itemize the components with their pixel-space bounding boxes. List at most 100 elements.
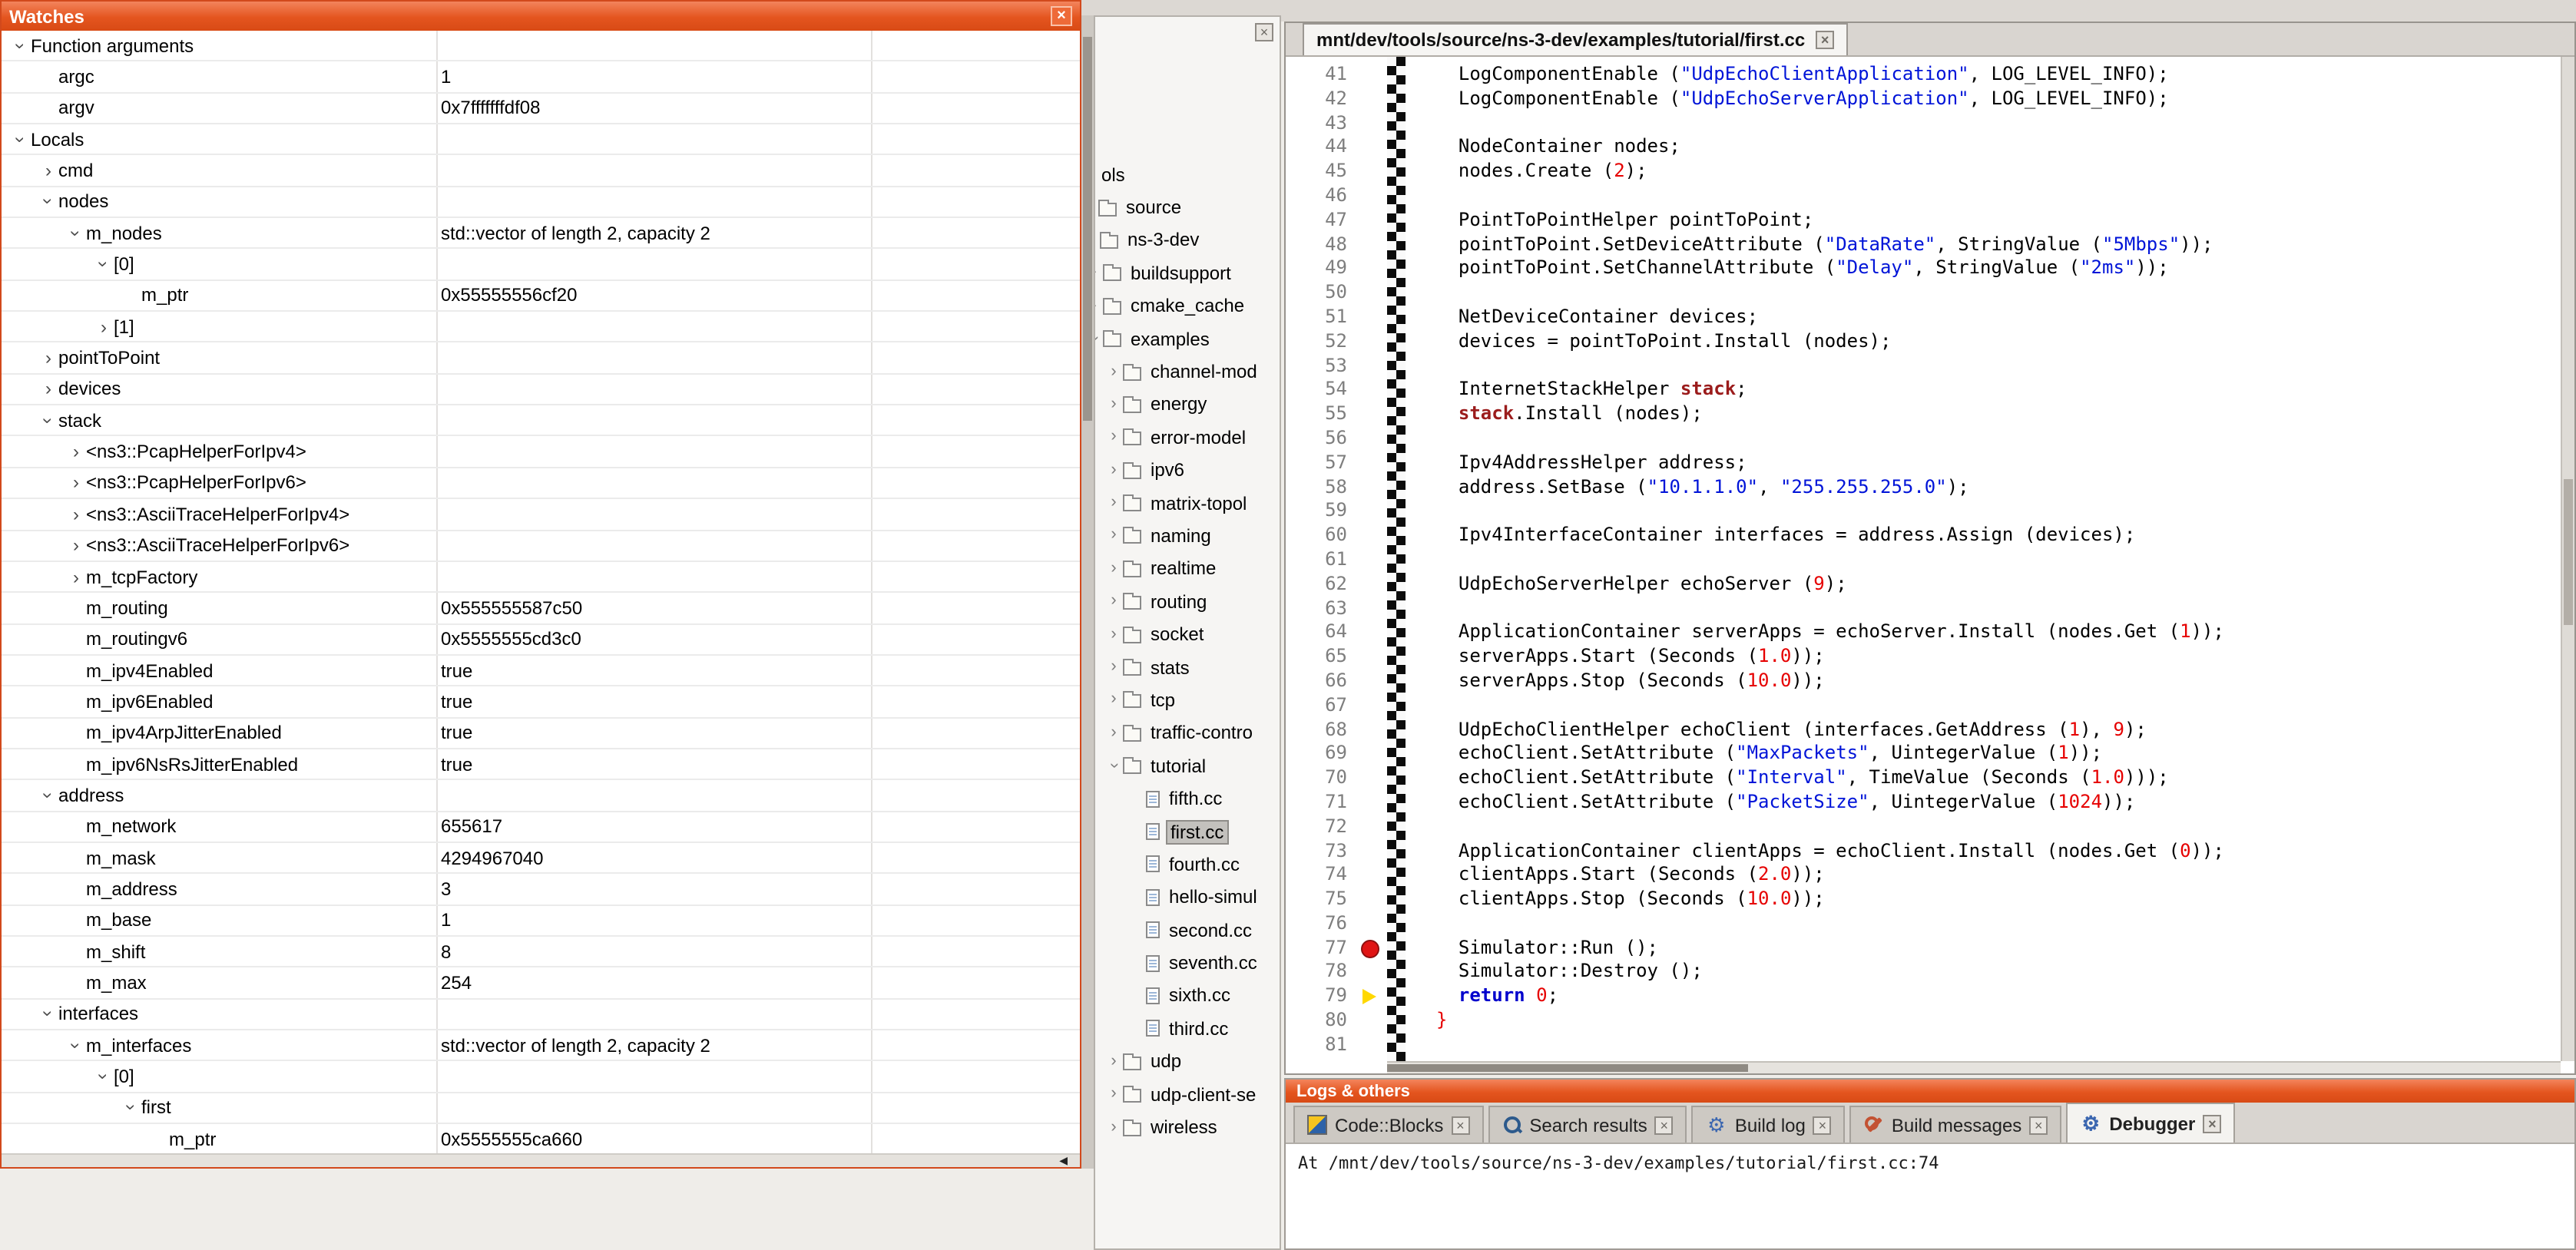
code-text[interactable] — [1406, 354, 1436, 379]
collapse-arrow-icon[interactable]: › — [94, 254, 113, 274]
breakpoint-margin[interactable] — [1356, 306, 1387, 330]
breakpoint-margin[interactable] — [1356, 354, 1387, 379]
breakpoint-margin[interactable] — [1356, 693, 1387, 718]
watch-row[interactable]: m_routingv60x5555555cd3c0 — [2, 624, 1080, 656]
breakpoint-margin[interactable] — [1356, 184, 1387, 209]
code-text[interactable]: devices = pointToPoint.Install (nodes); — [1406, 330, 1891, 355]
tree-item-third-cc[interactable]: third.cc — [1095, 1012, 1280, 1045]
breakpoint-margin[interactable] — [1356, 766, 1387, 791]
breakpoint-margin[interactable] — [1356, 1033, 1387, 1058]
breakpoint-margin[interactable] — [1356, 548, 1387, 573]
close-icon[interactable]: × — [2203, 1114, 2221, 1133]
breakpoint-margin[interactable] — [1356, 888, 1387, 912]
watch-row[interactable]: ›[1] — [2, 312, 1080, 343]
tree-item-traffic-contro[interactable]: ›traffic-contro — [1095, 716, 1280, 749]
tree-item-ns-3-dev[interactable]: ns-3-dev — [1095, 224, 1280, 257]
tree-item-sixth-cc[interactable]: sixth.cc — [1095, 980, 1280, 1013]
code-text[interactable]: ApplicationContainer serverApps = echoSe… — [1406, 621, 2224, 646]
breakpoint-margin[interactable] — [1356, 500, 1387, 524]
code-text[interactable] — [1406, 912, 1436, 937]
expand-arrow-icon[interactable]: › — [1104, 659, 1123, 676]
code-text[interactable]: return 0; — [1406, 985, 1558, 1010]
watch-row[interactable]: ›nodes — [2, 187, 1080, 218]
collapse-arrow-icon[interactable]: › — [122, 1098, 141, 1118]
expand-arrow-icon[interactable]: › — [1104, 1119, 1123, 1136]
breakpoint-margin[interactable] — [1356, 63, 1387, 88]
code-area[interactable]: 41 LogComponentEnable ("UdpEchoClientApp… — [1286, 57, 2561, 1061]
close-icon[interactable]: × — [1255, 23, 1273, 41]
tree-item-wireless[interactable]: ›wireless — [1095, 1111, 1280, 1144]
breakpoint-margin[interactable] — [1356, 451, 1387, 476]
breakpoint-margin[interactable] — [1356, 1009, 1387, 1033]
watch-row[interactable]: ›<ns3::AsciiTraceHelperForIpv4> — [2, 499, 1080, 531]
breakpoint-margin[interactable] — [1356, 330, 1387, 355]
watch-row[interactable]: ›<ns3::PcapHelperForIpv4> — [2, 437, 1080, 468]
breakpoint-margin[interactable] — [1356, 645, 1387, 670]
watch-row[interactable]: ›m_interfacesstd::vector of length 2, ca… — [2, 1030, 1080, 1062]
collapse-arrow-icon[interactable]: › — [1105, 756, 1122, 775]
close-icon[interactable]: × — [1451, 1116, 1469, 1134]
watch-row[interactable]: ›address — [2, 781, 1080, 812]
code-text[interactable] — [1406, 1033, 1436, 1058]
code-text[interactable]: UdpEchoServerHelper echoServer (9); — [1406, 572, 1847, 597]
tree-item-socket[interactable]: ›socket — [1095, 618, 1280, 651]
expand-arrow-icon[interactable]: › — [1104, 494, 1123, 511]
expand-arrow-icon[interactable]: › — [1104, 626, 1123, 643]
breakpoint-margin[interactable] — [1356, 597, 1387, 621]
breakpoint-margin[interactable] — [1356, 791, 1387, 815]
code-text[interactable] — [1406, 184, 1436, 209]
expand-arrow-icon[interactable]: › — [1104, 363, 1123, 380]
tree-item-energy[interactable]: ›energy — [1095, 388, 1280, 421]
breakpoint-margin[interactable] — [1356, 379, 1387, 403]
collapse-arrow-icon[interactable]: › — [94, 1066, 113, 1086]
watch-row[interactable]: m_ipv6Enabledtrue — [2, 686, 1080, 718]
scrollbar-thumb[interactable] — [1387, 1064, 1748, 1072]
breakpoint-margin[interactable] — [1356, 136, 1387, 160]
code-text[interactable]: echoClient.SetAttribute ("PacketSize", U… — [1406, 791, 2135, 815]
watch-row[interactable]: m_base1 — [2, 905, 1080, 937]
expand-arrow-icon[interactable]: › — [1104, 561, 1123, 577]
code-text[interactable]: echoClient.SetAttribute ("Interval", Tim… — [1406, 766, 2169, 791]
close-icon[interactable]: × — [1813, 1116, 1832, 1134]
tab-debugger[interactable]: ⚙Debugger× — [2066, 1103, 2235, 1143]
breakpoint-margin[interactable] — [1356, 402, 1387, 427]
code-text[interactable]: pointToPoint.SetDeviceAttribute ("DataRa… — [1406, 233, 2213, 257]
expand-arrow-icon[interactable]: › — [38, 380, 58, 398]
tree-item-hello-simul[interactable]: hello-simul — [1095, 881, 1280, 914]
tree-item-seventh-cc[interactable]: seventh.cc — [1095, 947, 1280, 980]
watch-row[interactable]: ›first — [2, 1093, 1080, 1124]
code-text[interactable]: pointToPoint.SetChannelAttribute ("Delay… — [1406, 257, 2169, 282]
code-text[interactable]: clientApps.Start (Seconds (2.0)); — [1406, 864, 1825, 888]
watch-row[interactable]: ›[0] — [2, 1062, 1080, 1093]
breakpoint-margin[interactable] — [1356, 621, 1387, 646]
code-text[interactable]: address.SetBase ("10.1.1.0", "255.255.25… — [1406, 475, 1969, 500]
expand-arrow-icon[interactable]: › — [94, 318, 114, 336]
expand-arrow-icon[interactable]: › — [1104, 461, 1123, 478]
code-text[interactable] — [1406, 500, 1436, 524]
watch-row[interactable]: ›<ns3::PcapHelperForIpv6> — [2, 468, 1080, 500]
code-text[interactable] — [1406, 111, 1436, 136]
code-text[interactable]: NetDeviceContainer devices; — [1406, 306, 1758, 330]
code-text[interactable]: ApplicationContainer clientApps = echoCl… — [1406, 839, 2224, 864]
tree-item-examples[interactable]: ›examples — [1094, 322, 1280, 355]
code-text[interactable]: Ipv4AddressHelper address; — [1406, 451, 1747, 476]
expand-arrow-icon[interactable]: › — [66, 505, 86, 524]
watch-row[interactable]: m_network655617 — [2, 812, 1080, 843]
breakpoint-margin[interactable] — [1356, 864, 1387, 888]
expand-arrow-icon[interactable]: › — [1104, 396, 1123, 413]
watch-row[interactable]: ›stack — [2, 405, 1080, 437]
watch-row[interactable]: m_ptr0x5555555ca660 — [2, 1124, 1080, 1153]
code-text[interactable]: LogComponentEnable ("UdpEchoServerApplic… — [1406, 88, 2169, 112]
breakpoint-margin[interactable] — [1356, 912, 1387, 937]
code-text[interactable] — [1406, 815, 1436, 839]
watch-row[interactable]: m_routing0x555555587c50 — [2, 593, 1080, 624]
tree-item-fourth-cc[interactable]: fourth.cc — [1095, 848, 1280, 881]
code-text[interactable]: PointToPointHelper pointToPoint; — [1406, 209, 1813, 233]
code-text[interactable] — [1406, 693, 1436, 718]
watches-titlebar[interactable]: Watches × — [2, 2, 1080, 31]
code-text[interactable]: UdpEchoClientHelper echoClient (interfac… — [1406, 718, 2147, 742]
breakpoint-margin[interactable] — [1356, 257, 1387, 282]
collapse-arrow-icon[interactable]: › — [39, 785, 58, 805]
watch-row[interactable]: ›m_nodesstd::vector of length 2, capacit… — [2, 218, 1080, 250]
code-text[interactable]: stack.Install (nodes); — [1406, 402, 1703, 427]
